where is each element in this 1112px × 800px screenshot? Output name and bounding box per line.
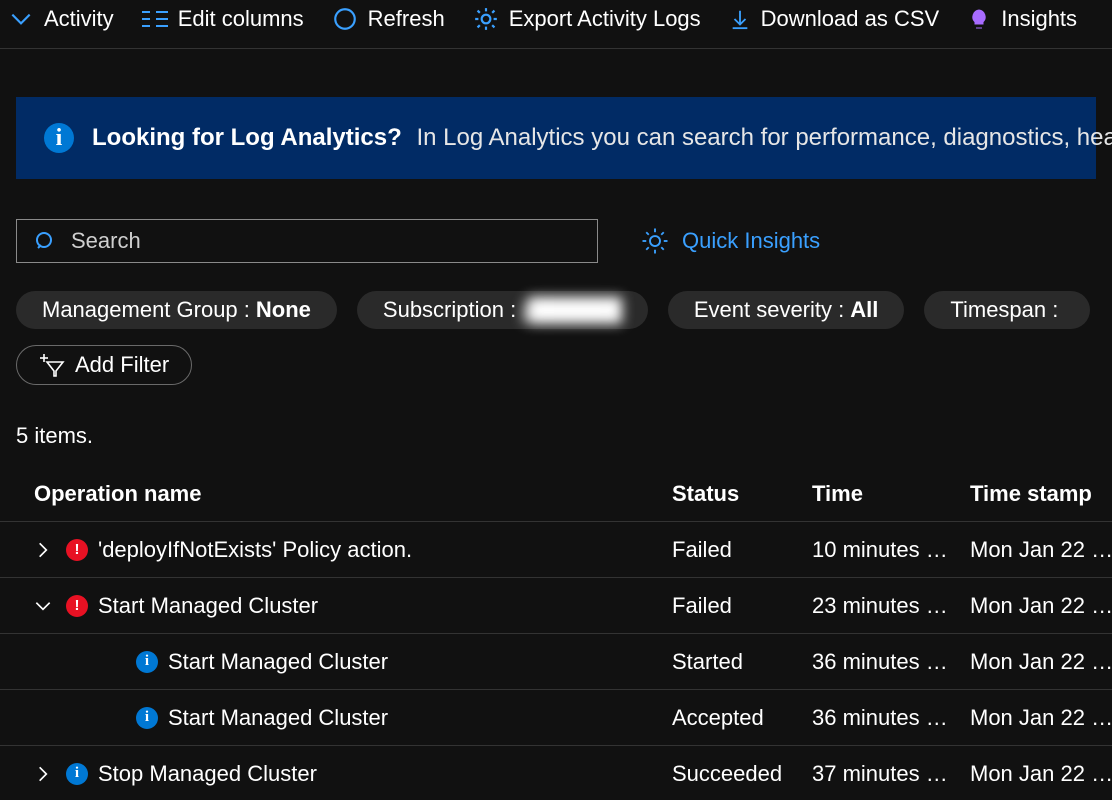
lightbulb-outline-icon — [640, 226, 670, 256]
status-cell: Succeeded — [672, 761, 812, 787]
info-icon: i — [136, 651, 158, 673]
search-icon — [33, 229, 57, 253]
timestamp-cell: Mon Jan 22 … — [970, 537, 1112, 563]
chevron-down-icon — [8, 6, 34, 32]
operation-name: Start Managed Cluster — [168, 649, 388, 675]
table-row[interactable]: i Start Managed Cluster Started36 minutes … — [0, 634, 1112, 690]
time-cell: 36 minutes … — [812, 649, 970, 675]
expander-toggle[interactable] — [30, 761, 56, 787]
col-timestamp[interactable]: Time stamp — [970, 481, 1112, 507]
col-status[interactable]: Status — [672, 481, 812, 507]
operation-name: 'deployIfNotExists' Policy action. — [98, 537, 412, 563]
refresh-button[interactable]: Refresh — [332, 6, 445, 32]
banner-title: Looking for Log Analytics? — [92, 124, 402, 151]
expander-toggle[interactable] — [30, 593, 56, 619]
add-filter-button[interactable]: Add Filter — [16, 345, 192, 385]
insights-label: Insights — [1001, 6, 1077, 32]
expander-toggle[interactable] — [30, 537, 56, 563]
export-label: Export Activity Logs — [509, 6, 701, 32]
edit-columns-label: Edit columns — [178, 6, 304, 32]
add-filter-icon — [39, 353, 65, 377]
info-icon: i — [66, 763, 88, 785]
table-row[interactable]: ! 'deployIfNotExists' Policy action. Faile… — [0, 522, 1112, 578]
banner-desc: In Log Analytics you can search for perf… — [416, 124, 1112, 151]
log-analytics-banner[interactable]: i Looking for Log Analytics? In Log Anal… — [16, 97, 1096, 179]
info-icon: i — [136, 707, 158, 729]
time-cell: 23 minutes … — [812, 593, 970, 619]
gear-icon — [473, 6, 499, 32]
download-icon — [729, 6, 751, 32]
error-icon: ! — [66, 595, 88, 617]
status-cell: Accepted — [672, 705, 812, 731]
chevron-right-icon — [33, 764, 53, 784]
col-time[interactable]: Time — [812, 481, 970, 507]
search-input[interactable] — [69, 227, 581, 255]
status-cell: Failed — [672, 593, 812, 619]
download-label: Download as CSV — [761, 6, 940, 32]
filter-management-group[interactable]: Management Group : None — [16, 291, 337, 329]
refresh-icon — [332, 6, 358, 32]
status-cell: Started — [672, 649, 812, 675]
info-icon: i — [44, 123, 74, 153]
table-row[interactable]: i Stop Managed Cluster Succeeded37 minutes… — [0, 746, 1112, 800]
error-icon: ! — [66, 539, 88, 561]
timestamp-cell: Mon Jan 22 … — [970, 649, 1112, 675]
time-cell: 10 minutes … — [812, 537, 970, 563]
status-cell: Failed — [672, 537, 812, 563]
lightbulb-icon — [967, 6, 991, 32]
activity-label: Activity — [44, 6, 114, 32]
table-row[interactable]: i Start Managed Cluster Accepted36 minutes… — [0, 690, 1112, 746]
item-count: 5 items. — [16, 423, 1096, 449]
table-row[interactable]: ! Start Managed Cluster Failed23 minutes …… — [0, 578, 1112, 634]
activity-dropdown[interactable]: Activity — [8, 6, 114, 32]
insights-button[interactable]: Insights — [967, 6, 1077, 32]
activity-table: Operation name Status Time Time stamp ! '… — [0, 471, 1112, 800]
timestamp-cell: Mon Jan 22 … — [970, 593, 1112, 619]
time-cell: 37 minutes … — [812, 761, 970, 787]
filter-event-severity[interactable]: Event severity : All — [668, 291, 905, 329]
quick-insights-label: Quick Insights — [682, 228, 820, 254]
col-operation-name[interactable]: Operation name — [0, 481, 672, 507]
operation-name: Stop Managed Cluster — [98, 761, 317, 787]
timestamp-cell: Mon Jan 22 … — [970, 761, 1112, 787]
filter-timespan[interactable]: Timespan : — [924, 291, 1090, 329]
timestamp-cell: Mon Jan 22 … — [970, 705, 1112, 731]
edit-columns-button[interactable]: Edit columns — [142, 6, 304, 32]
chevron-right-icon — [33, 540, 53, 560]
operation-name: Start Managed Cluster — [168, 705, 388, 731]
table-header: Operation name Status Time Time stamp — [0, 471, 1112, 522]
search-box[interactable] — [16, 219, 598, 263]
refresh-label: Refresh — [368, 6, 445, 32]
quick-insights-link[interactable]: Quick Insights — [640, 226, 820, 256]
time-cell: 36 minutes … — [812, 705, 970, 731]
command-bar: Activity Edit columns Refresh Export Act… — [0, 0, 1112, 49]
export-logs-button[interactable]: Export Activity Logs — [473, 6, 701, 32]
operation-name: Start Managed Cluster — [98, 593, 318, 619]
add-filter-label: Add Filter — [75, 352, 169, 378]
columns-icon — [142, 9, 168, 29]
filter-pills: Management Group : None Subscription : j… — [16, 291, 1096, 329]
download-csv-button[interactable]: Download as CSV — [729, 6, 940, 32]
filter-subscription[interactable]: Subscription : j██████ — [357, 291, 648, 329]
chevron-down-icon — [33, 596, 53, 616]
